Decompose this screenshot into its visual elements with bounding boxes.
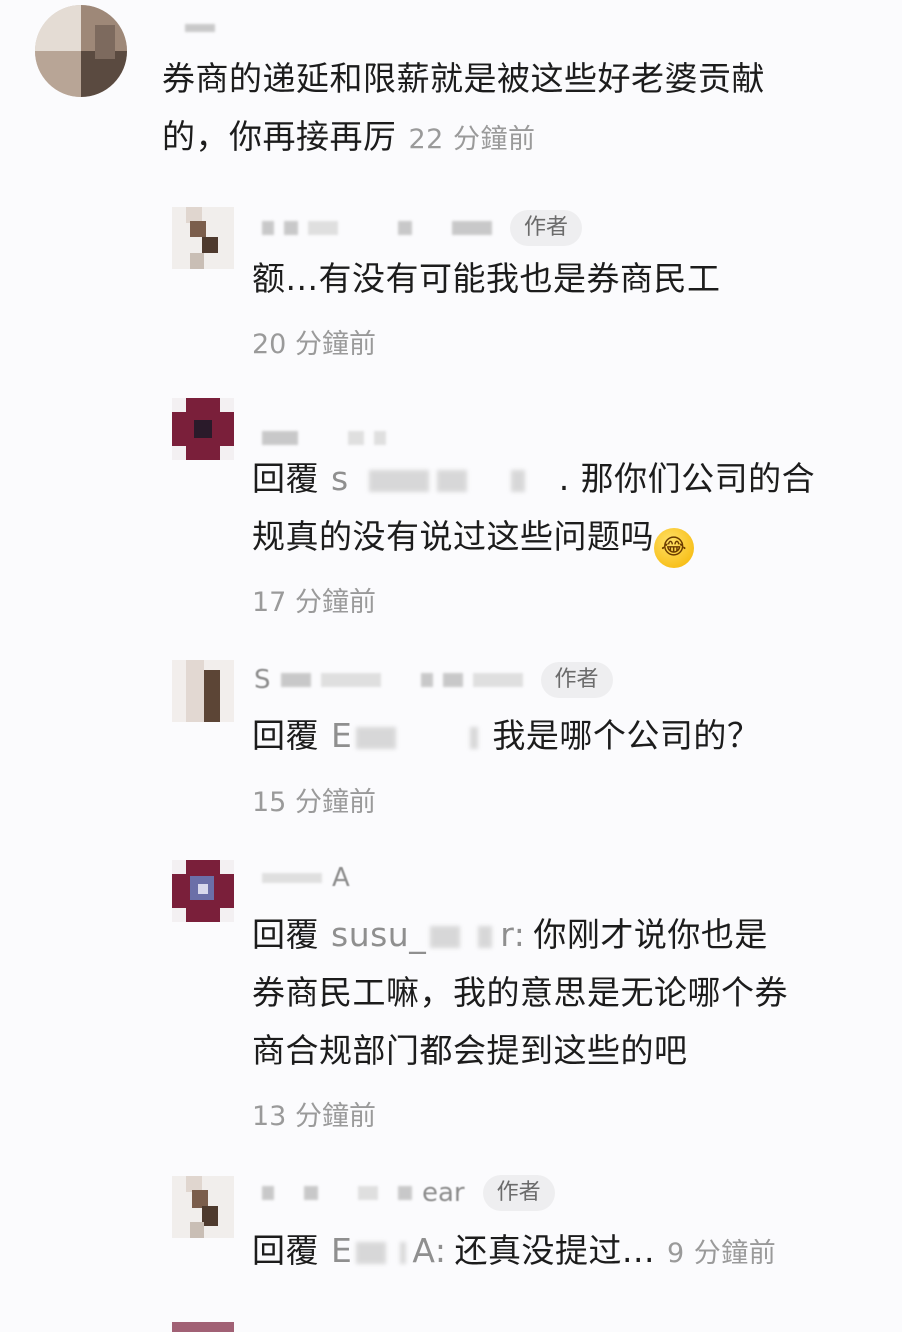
username[interactable]: ear 作者 — [262, 1173, 555, 1213]
reply-label: 回覆 — [252, 915, 319, 954]
comment-text: 回覆 susu_ r: 你刚才说你也是 券商民工嘛，我的意思是无论哪个券 商合规部门都… — [252, 915, 788, 1070]
reply-label: 回覆 — [252, 1231, 319, 1270]
avatar[interactable] — [172, 398, 234, 460]
timestamp: 22 分鐘前 — [408, 124, 536, 155]
comment-text: 券商的递延和限薪就是被这些好老婆贡献 的，你再接再厉 22 分鐘前 — [162, 59, 765, 156]
timestamp: 17 分鐘前 — [252, 587, 376, 618]
author-tag: 作者 — [482, 1175, 555, 1211]
reply-target-name[interactable]: susu_ — [331, 915, 426, 954]
avatar[interactable] — [35, 5, 127, 97]
reply-target-name[interactable]: s — [331, 459, 349, 498]
comment-text: 额...有没有可能我也是券商民工 — [252, 259, 721, 298]
username[interactable]: 作者 — [262, 208, 583, 248]
avatar[interactable] — [172, 207, 234, 269]
reply-target-name[interactable]: E — [331, 1231, 352, 1270]
avatar[interactable] — [172, 660, 234, 722]
comment-text: 回覆 E 我是哪个公司的？ — [252, 716, 761, 755]
comment-text: 回覆 s. 那你们公司的合 规真的没有说过这些问题吗 😂 — [252, 450, 892, 568]
avatar[interactable] — [172, 1322, 234, 1332]
timestamp: 15 分鐘前 — [252, 787, 376, 818]
author-tag: 作者 — [540, 662, 613, 698]
reply-target-name[interactable]: E — [331, 716, 352, 755]
timestamp: 9 分鐘前 — [666, 1238, 777, 1269]
author-tag: 作者 — [510, 210, 583, 246]
comment-text: 回覆 E A: 还真没提过... 9 分鐘前 — [252, 1231, 777, 1270]
reply-label: 回覆 — [252, 459, 319, 498]
timestamp: 20 分鐘前 — [252, 329, 376, 360]
comment-thread: 券商的递延和限薪就是被这些好老婆贡献 的，你再接再厉 22 分鐘前 作者 额...… — [0, 0, 902, 1332]
reply-label: 回覆 — [252, 716, 319, 755]
timestamp: 13 分鐘前 — [252, 1101, 376, 1132]
username[interactable]: A — [262, 858, 360, 898]
avatar[interactable] — [172, 860, 234, 922]
rolling-on-floor-laughing-emoji: 😂 — [654, 528, 694, 568]
username[interactable] — [185, 8, 225, 48]
avatar[interactable] — [172, 1176, 234, 1238]
username[interactable]: S 作者 — [254, 660, 613, 700]
